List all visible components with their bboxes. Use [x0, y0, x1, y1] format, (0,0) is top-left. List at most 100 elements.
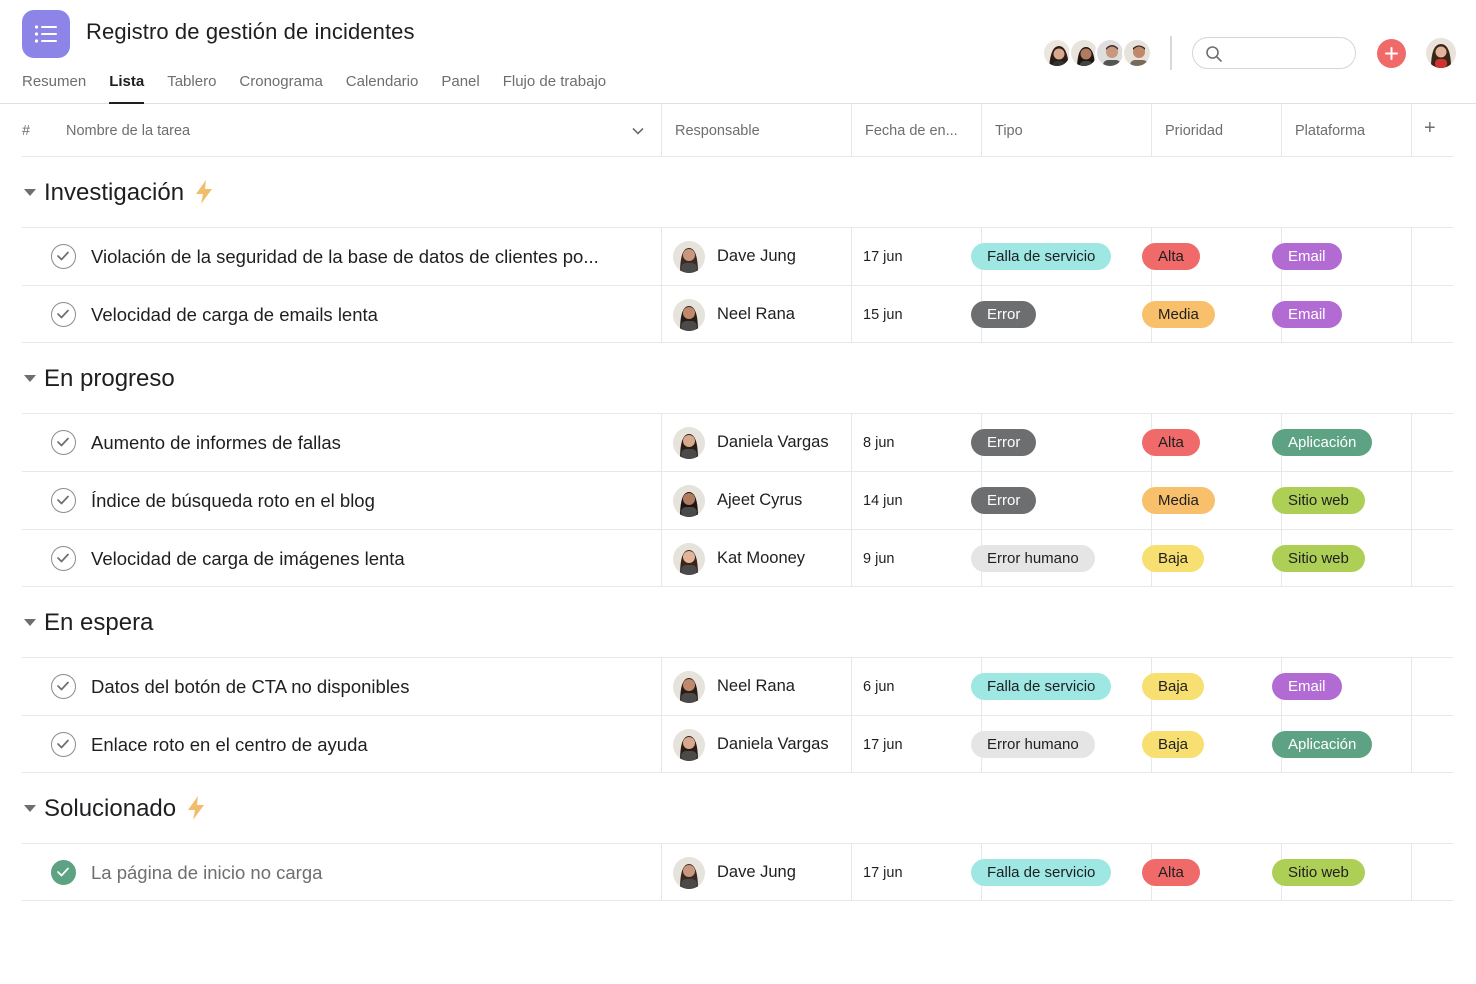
complete-task-checkbox[interactable]	[51, 860, 76, 885]
tab-cronograma[interactable]: Cronograma	[239, 72, 322, 104]
due-date[interactable]: 17 jun	[863, 865, 903, 881]
task-name[interactable]: Velocidad de carga de emails lenta	[91, 304, 378, 326]
task-row[interactable]: Aumento de informes de fallas Daniela Var…	[22, 413, 1453, 471]
priority-tag[interactable]: Baja	[1142, 731, 1205, 758]
platform-tag[interactable]: Email	[1272, 301, 1342, 328]
platform-tag[interactable]: Email	[1272, 243, 1342, 270]
platform-tag[interactable]: Sitio web	[1272, 487, 1365, 514]
tab-lista[interactable]: Lista	[109, 72, 145, 104]
column-header-due-date[interactable]: Fecha de en...	[865, 104, 977, 156]
platform-tag[interactable]: Aplicación	[1272, 731, 1373, 758]
due-date[interactable]: 8 jun	[863, 435, 894, 451]
priority-tag[interactable]: Media	[1142, 487, 1215, 514]
section-collapse-caret[interactable]	[24, 619, 36, 626]
tab-panel[interactable]: Panel	[441, 72, 479, 104]
assignee-name[interactable]: Ajeet Cyrus	[717, 491, 802, 510]
task-row[interactable]: Enlace roto en el centro de ayuda Daniela…	[22, 715, 1453, 773]
list-project-icon[interactable]	[22, 10, 70, 58]
section-title[interactable]: Investigación	[44, 179, 184, 207]
tab-flujo-de-trabajo[interactable]: Flujo de trabajo	[503, 72, 606, 104]
complete-task-checkbox[interactable]	[51, 732, 76, 757]
task-name[interactable]: Enlace roto en el centro de ayuda	[91, 734, 368, 756]
task-row[interactable]: Velocidad de carga de emails lenta Neel R…	[22, 285, 1453, 343]
platform-tag[interactable]: Email	[1272, 673, 1342, 700]
tab-tablero[interactable]: Tablero	[167, 72, 216, 104]
section-collapse-caret[interactable]	[24, 805, 36, 812]
due-date[interactable]: 9 jun	[863, 551, 894, 567]
section-title[interactable]: Solucionado	[44, 795, 176, 823]
task-row[interactable]: La página de inicio no carga Dave Jung 17 …	[22, 843, 1453, 901]
task-row[interactable]: Velocidad de carga de imágenes lenta Kat …	[22, 529, 1453, 587]
task-name[interactable]: La página de inicio no carga	[91, 862, 322, 884]
platform-tag[interactable]: Aplicación	[1272, 429, 1373, 456]
priority-tag[interactable]: Baja	[1142, 545, 1205, 572]
task-name[interactable]: Datos del botón de CTA no disponibles	[91, 676, 409, 698]
cell-divider	[1411, 844, 1412, 901]
complete-task-checkbox[interactable]	[51, 430, 76, 455]
type-tag[interactable]: Error humano	[971, 545, 1095, 572]
tab-calendario[interactable]: Calendario	[346, 72, 419, 104]
cell-divider	[851, 228, 852, 285]
task-name[interactable]: Índice de búsqueda roto en el blog	[91, 490, 375, 512]
column-header-priority[interactable]: Prioridad	[1165, 104, 1275, 156]
search-input[interactable]	[1229, 43, 1347, 63]
complete-task-checkbox[interactable]	[51, 302, 76, 327]
due-date[interactable]: 15 jun	[863, 307, 903, 323]
platform-tag[interactable]: Sitio web	[1272, 545, 1365, 572]
section-title[interactable]: En espera	[44, 609, 153, 637]
type-tag[interactable]: Error humano	[971, 731, 1095, 758]
priority-tag[interactable]: Alta	[1142, 859, 1200, 886]
due-date[interactable]: 14 jun	[863, 493, 903, 509]
assignee-name[interactable]: Neel Rana	[717, 677, 795, 696]
header-divider	[1170, 36, 1172, 70]
cell-divider	[851, 414, 852, 471]
project-title[interactable]: Registro de gestión de incidentes	[86, 19, 415, 45]
type-tag[interactable]: Error	[971, 487, 1037, 514]
search-box[interactable]	[1192, 37, 1356, 69]
complete-task-checkbox[interactable]	[51, 244, 76, 269]
section-collapse-caret[interactable]	[24, 375, 36, 382]
task-row[interactable]: Índice de búsqueda roto en el blog Ajeet …	[22, 471, 1453, 529]
column-header-type[interactable]: Tipo	[995, 104, 1145, 156]
assignee-name[interactable]: Kat Mooney	[717, 549, 805, 568]
task-row[interactable]: Datos del botón de CTA no disponibles Nee…	[22, 657, 1453, 715]
assignee-name[interactable]: Dave Jung	[717, 863, 796, 882]
priority-tag[interactable]: Alta	[1142, 243, 1200, 270]
tab-resumen[interactable]: Resumen	[22, 72, 86, 104]
column-header-platform[interactable]: Plataforma	[1295, 104, 1405, 156]
task-name[interactable]: Velocidad de carga de imágenes lenta	[91, 548, 405, 570]
platform-tag[interactable]: Sitio web	[1272, 859, 1365, 886]
complete-task-checkbox[interactable]	[51, 488, 76, 513]
task-row[interactable]: Violación de la seguridad de la base de …	[22, 227, 1453, 285]
priority-tag[interactable]: Alta	[1142, 429, 1200, 456]
assignee-name[interactable]: Daniela Vargas	[717, 735, 829, 754]
assignee-avatar	[673, 241, 705, 273]
task-name[interactable]: Aumento de informes de fallas	[91, 432, 341, 454]
priority-tag[interactable]: Media	[1142, 301, 1215, 328]
priority-tag[interactable]: Baja	[1142, 673, 1205, 700]
due-date[interactable]: 6 jun	[863, 679, 894, 695]
due-date[interactable]: 17 jun	[863, 737, 903, 753]
type-tag[interactable]: Error	[971, 429, 1037, 456]
type-tag[interactable]: Falla de servicio	[971, 859, 1112, 886]
task-name[interactable]: Violación de la seguridad de la base de …	[91, 246, 599, 268]
type-tag[interactable]: Falla de servicio	[971, 673, 1112, 700]
complete-task-checkbox[interactable]	[51, 546, 76, 571]
type-tag[interactable]: Falla de servicio	[971, 243, 1112, 270]
column-divider	[1151, 104, 1152, 156]
section-title[interactable]: En progreso	[44, 365, 175, 393]
due-date[interactable]: 17 jun	[863, 249, 903, 265]
assignee-name[interactable]: Daniela Vargas	[717, 433, 829, 452]
column-header-assignee[interactable]: Responsable	[675, 104, 845, 156]
add-column-button[interactable]: +	[1424, 104, 1444, 156]
add-button[interactable]	[1377, 39, 1406, 68]
complete-task-checkbox[interactable]	[51, 674, 76, 699]
chevron-down-icon[interactable]	[632, 127, 644, 135]
assignee-name[interactable]: Neel Rana	[717, 305, 795, 324]
section-collapse-caret[interactable]	[24, 189, 36, 196]
user-avatar[interactable]	[1426, 38, 1456, 68]
column-header-task-name[interactable]: Nombre de la tarea	[66, 104, 646, 156]
assignee-name[interactable]: Dave Jung	[717, 247, 796, 266]
project-members[interactable]	[1042, 38, 1154, 70]
type-tag[interactable]: Error	[971, 301, 1037, 328]
